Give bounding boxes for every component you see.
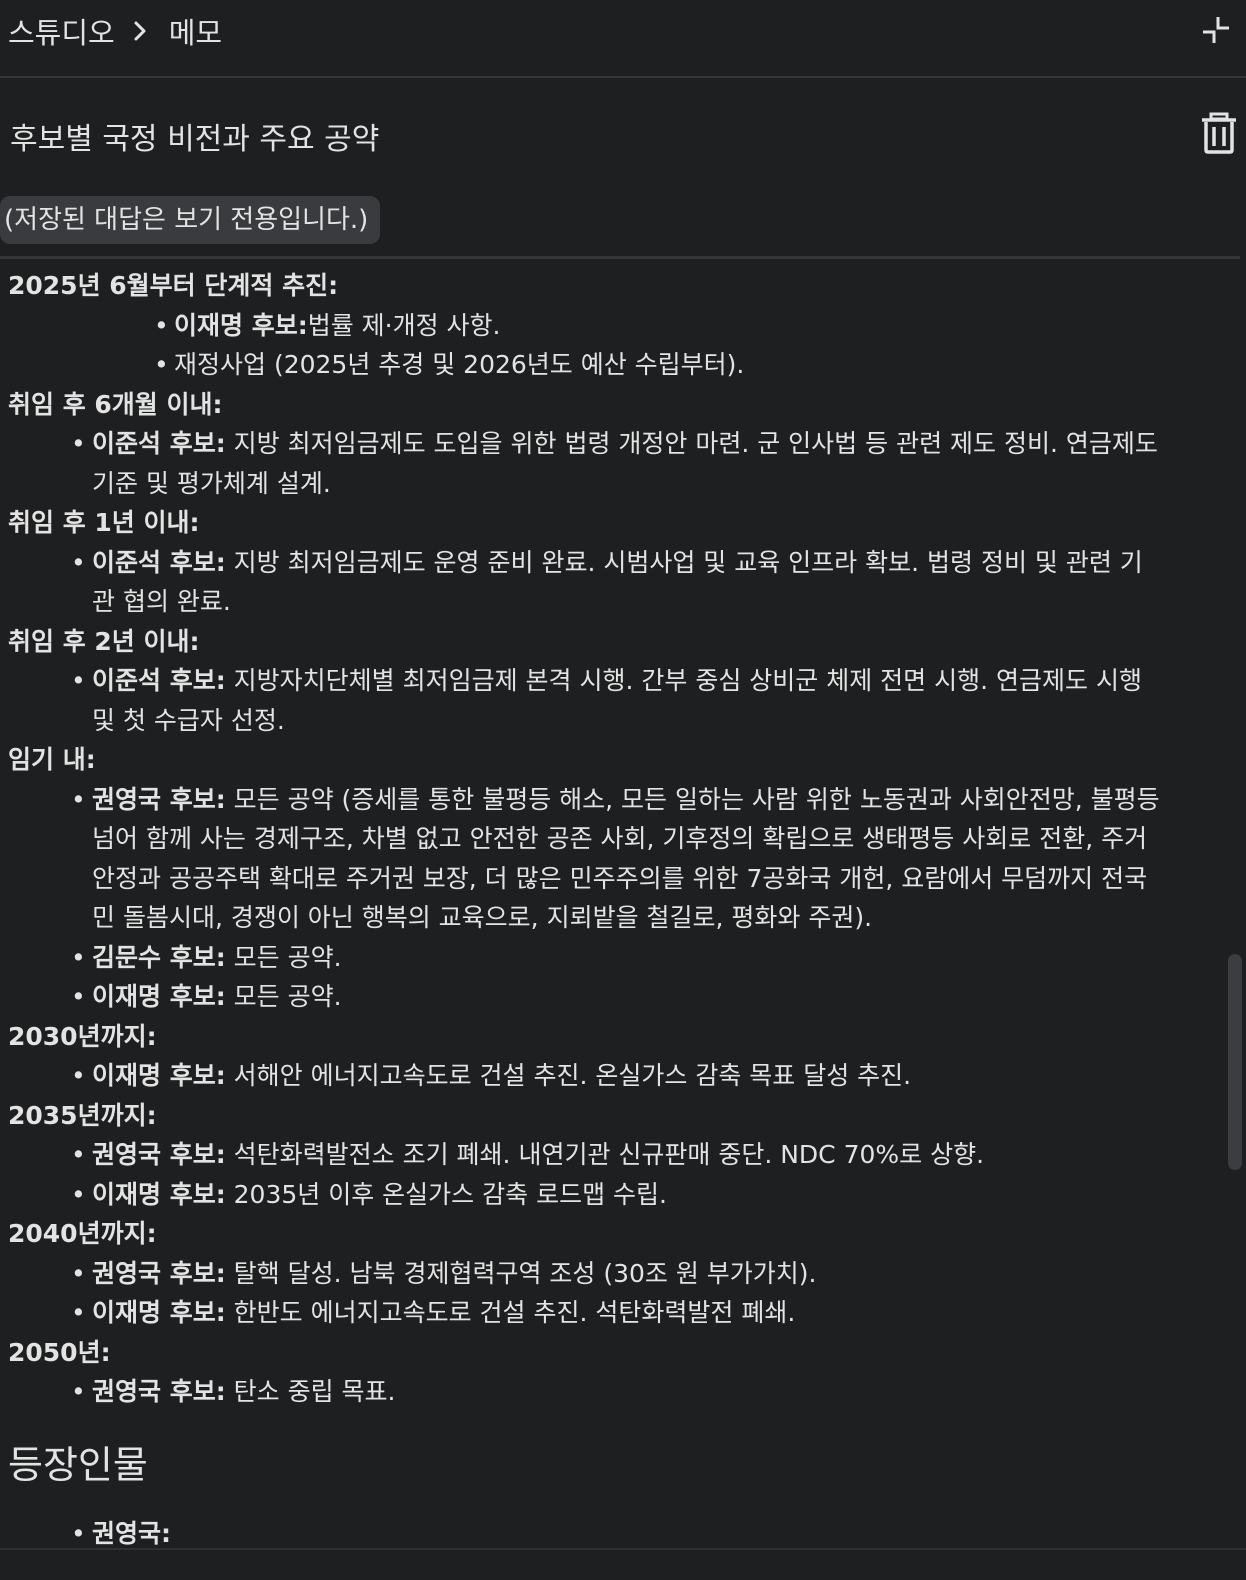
item-text: 탈핵 달성. 남북 경제협력구역 조성 (30조 원 부가가치). (233, 1258, 817, 1288)
chevron-right-icon (125, 16, 155, 46)
candidate-label: 이준석 후보: (92, 547, 226, 577)
candidate-label: 김문수 후보: (92, 942, 226, 972)
candidate-label: 이재명 후보: (92, 1298, 226, 1327)
item-text: 모든 공약. (233, 942, 342, 972)
characters-heading: 등장인물 (8, 1442, 148, 1487)
bullet-list: 이준석 후보: 지방자치단체별 최저임금제 본격 시행. 간부 중심 상비군 체… (8, 661, 1208, 740)
list-item: 권영국 후보: 석탄화력발전소 조기 폐쇄. 내연기관 신규판매 중단. NDC… (8, 1135, 1208, 1175)
section-heading: 임기 내: (8, 745, 96, 774)
item-text: 지방 최저임금제도 운영 준비 완료. 시범사업 및 교육 인프라 확보. 법령… (233, 547, 1143, 577)
candidate-label: 권영국 후보: (92, 1140, 226, 1169)
readonly-notice: (저장된 대답은 보기 전용입니다.) (0, 196, 381, 244)
item-text: 탄소 중립 목표. (233, 1377, 396, 1406)
section-heading: 2035년까지: (8, 1100, 157, 1130)
scrollbar-thumb[interactable] (1228, 954, 1242, 1170)
section-heading: 2050년: (8, 1337, 111, 1367)
candidate-label: 권영국 후보: (92, 1258, 226, 1288)
list-item: 이재명 후보:법률 제·개정 사항. (8, 306, 1208, 346)
item-text: 석탄화력발전소 조기 폐쇄. 내연기관 신규판매 중단. NDC 70%로 상향… (233, 1140, 985, 1169)
list-item: 이준석 후보: 지방자치단체별 최저임금제 본격 시행. 간부 중심 상비군 체… (8, 661, 1208, 740)
candidate-label: 권영국 후보: (92, 784, 226, 814)
breadcrumb-studio[interactable]: 스튜디오 (8, 10, 115, 52)
item-text-cont: 기준 및 평가체계 설계. (92, 468, 331, 498)
item-text: 모든 공약. (233, 982, 342, 1011)
item-text: 모든 공약 (증세를 통한 불평등 해소, 모든 일하는 사람 위한 노동권과 … (233, 784, 1160, 814)
collapse-icon[interactable] (1200, 14, 1232, 46)
item-text: 지방 최저임금제도 도입을 위한 법령 개정안 마련. 군 인사법 등 관련 제… (233, 429, 1158, 458)
divider (0, 256, 1240, 259)
note-title: 후보별 국정 비전과 주요 공약 (10, 122, 380, 157)
item-text-cont: 넘어 함께 사는 경제구조, 차별 없고 안전한 공존 사회, 기후정의 확립으… (92, 824, 1148, 853)
section-heading: 2030년까지: (8, 1021, 157, 1051)
item-text-cont: 관 협의 완료. (92, 587, 231, 616)
item-text-cont: 민 돌봄시대, 경쟁이 아닌 행복의 교육으로, 지뢰밭을 철길로, 평화와 주… (92, 903, 873, 932)
item-text: 한반도 에너지고속도로 건설 추진. 석탄화력발전 폐쇄. (233, 1298, 796, 1327)
candidate-label: 이재명 후보: (92, 1061, 226, 1090)
candidate-label: 이재명 후보: (92, 1179, 226, 1209)
list-item: 이재명 후보: 한반도 에너지고속도로 건설 추진. 석탄화력발전 폐쇄. (8, 1293, 1208, 1333)
item-text: 법률 제·개정 사항. (307, 310, 501, 340)
section-heading: 취임 후 6개월 이내: (8, 389, 223, 419)
list-item: 권영국 후보: 모든 공약 (증세를 통한 불평등 해소, 모든 일하는 사람 … (8, 780, 1208, 938)
item-text-cont: 및 첫 수급자 선정. (92, 705, 285, 735)
item-text: 지방자치단체별 최저임금제 본격 시행. 간부 중심 상비군 체제 전면 시행.… (233, 666, 1142, 695)
section-heading: 취임 후 2년 이내: (8, 626, 200, 656)
item-text: 재정사업 (2025년 추경 및 2026년도 예산 수립부터). (174, 350, 745, 379)
breadcrumb-memo: 메모 (168, 16, 223, 50)
list-item: 이준석 후보: 지방 최저임금제도 도입을 위한 법령 개정안 마련. 군 인사… (8, 424, 1208, 503)
bullet-list: 권영국 후보: 모든 공약 (증세를 통한 불평등 해소, 모든 일하는 사람 … (8, 780, 1208, 1017)
candidate-label: 이재명 후보: (92, 982, 226, 1011)
note-content: 2025년 6월부터 단계적 추진: 이재명 후보:법률 제·개정 사항. 재정… (8, 266, 1208, 1553)
list-item: 권영국 후보: 탈핵 달성. 남북 경제협력구역 조성 (30조 원 부가가치)… (8, 1254, 1208, 1294)
list-item: 이준석 후보: 지방 최저임금제도 운영 준비 완료. 시범사업 및 교육 인프… (8, 543, 1208, 622)
item-text-cont: 안정과 공공주택 확대로 주거권 보장, 더 많은 민주주의를 위한 7공화국 … (92, 863, 1148, 893)
list-item: 김문수 후보: 모든 공약. (8, 938, 1208, 978)
candidate-label: 이준석 후보: (92, 429, 226, 458)
candidate-label: 권영국 후보: (92, 1377, 226, 1406)
list-item: 이재명 후보: 서해안 에너지고속도로 건설 추진. 온실가스 감축 목표 달성… (8, 1056, 1208, 1096)
character-label: 권영국: (92, 1518, 171, 1548)
candidate-label: 이재명 후보: (174, 310, 308, 340)
section-heading: 2025년 6월부터 단계적 추진: (8, 271, 339, 300)
list-item: 권영국 후보: 탄소 중립 목표. (8, 1372, 1208, 1412)
trash-icon[interactable] (1200, 112, 1238, 154)
section-heading: 2040년까지: (8, 1219, 157, 1248)
item-text: 2035년 이후 온실가스 감축 로드맵 수립. (233, 1179, 667, 1209)
bullet-list: 권영국 후보: 석탄화력발전소 조기 폐쇄. 내연기관 신규판매 중단. NDC… (8, 1135, 1208, 1214)
bottom-divider (0, 1548, 1246, 1550)
top-bar: 스튜디오 메모 (0, 0, 1246, 78)
bullet-list: 권영국 후보: 탈핵 달성. 남북 경제협력구역 조성 (30조 원 부가가치)… (8, 1254, 1208, 1333)
list-item: 재정사업 (2025년 추경 및 2026년도 예산 수립부터). (8, 345, 1208, 385)
bullet-list: 이재명 후보:법률 제·개정 사항. 재정사업 (2025년 추경 및 2026… (8, 306, 1208, 385)
list-item: 이재명 후보: 2035년 이후 온실가스 감축 로드맵 수립. (8, 1175, 1208, 1215)
item-text: 서해안 에너지고속도로 건설 추진. 온실가스 감축 목표 달성 추진. (233, 1061, 912, 1090)
list-item: 이재명 후보: 모든 공약. (8, 977, 1208, 1017)
bullet-list: 권영국 후보: 탄소 중립 목표. (8, 1372, 1208, 1412)
bullet-list: 이준석 후보: 지방 최저임금제도 도입을 위한 법령 개정안 마련. 군 인사… (8, 424, 1208, 503)
candidate-label: 이준석 후보: (92, 666, 226, 695)
section-heading: 취임 후 1년 이내: (8, 508, 200, 537)
breadcrumb: 스튜디오 메모 (8, 10, 222, 52)
note-header: 후보별 국정 비전과 주요 공약 (0, 80, 1246, 180)
bullet-list: 이준석 후보: 지방 최저임금제도 운영 준비 완료. 시범사업 및 교육 인프… (8, 543, 1208, 622)
bullet-list: 이재명 후보: 서해안 에너지고속도로 건설 추진. 온실가스 감축 목표 달성… (8, 1056, 1208, 1096)
